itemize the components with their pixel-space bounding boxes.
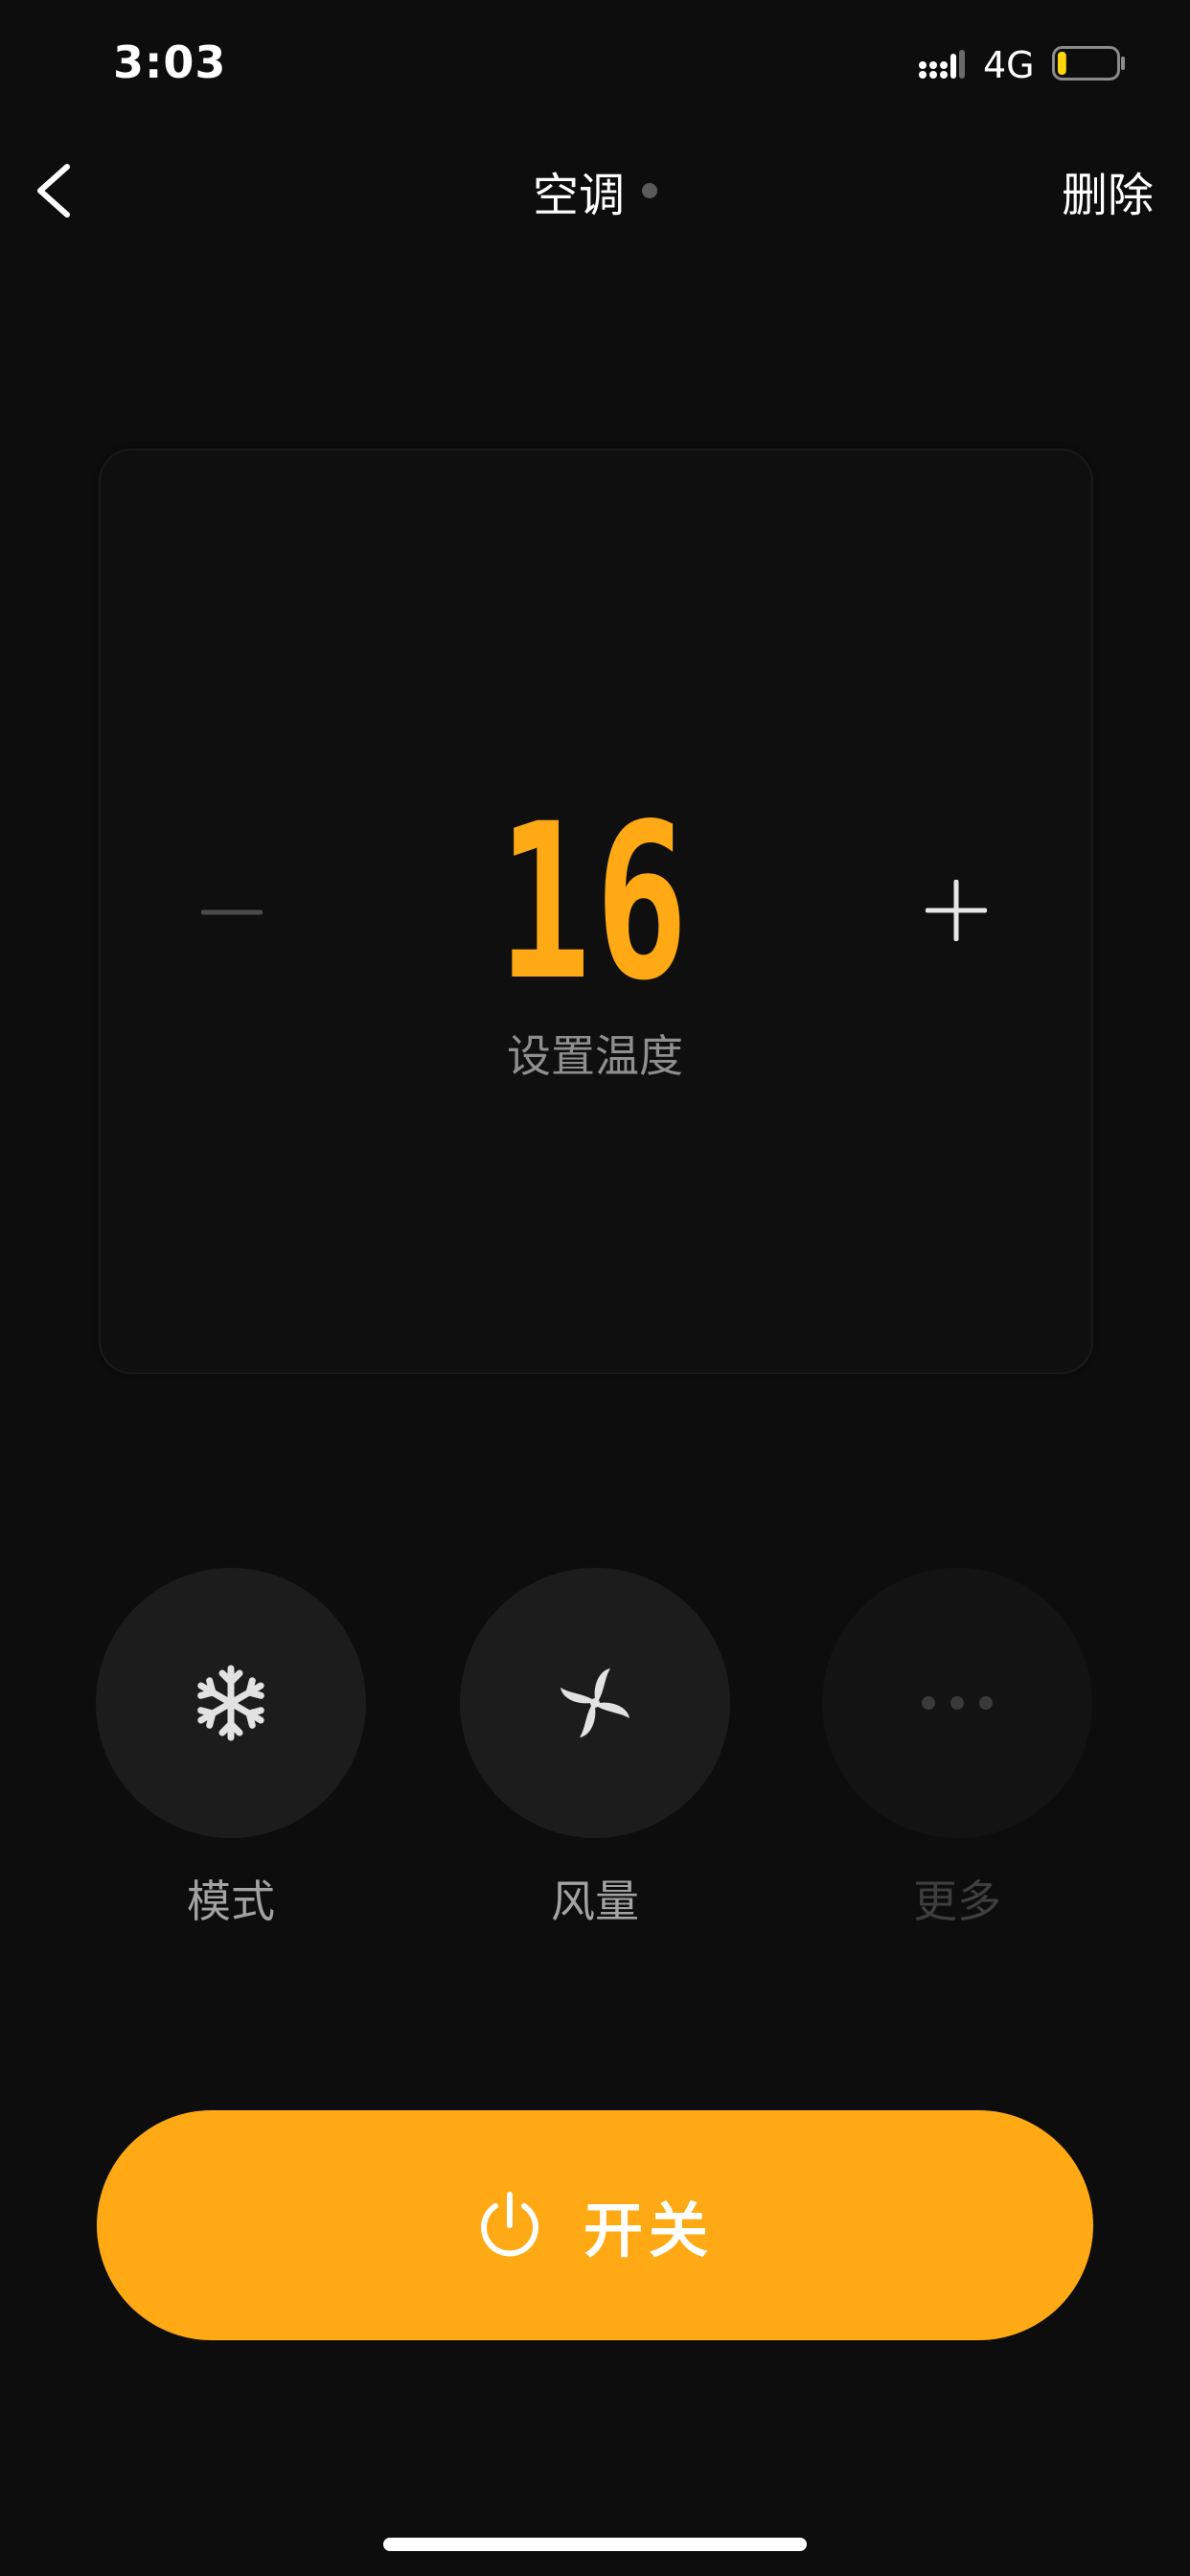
temperature-label: 设置温度 [507,1030,683,1082]
snowflake-icon [197,1665,264,1741]
mode-label: 模式 [187,1875,275,1927]
temperature-value: 16 [497,777,693,1027]
power-button[interactable]: 开关 [97,2110,1093,2340]
mode-button[interactable] [96,1568,366,1838]
status-time: 3:03 [113,36,227,88]
fan-speed-label: 风量 [551,1875,639,1927]
power-label: 开关 [583,2196,714,2266]
network-type: 4G [983,44,1035,86]
power-icon [480,2192,538,2257]
more-icon [922,1696,993,1710]
delete-button[interactable]: 删除 [1062,157,1154,224]
fan-icon [561,1668,629,1737]
fan-speed-button[interactable] [460,1568,730,1838]
more-button[interactable] [822,1568,1092,1838]
connection-status-dot [642,183,657,198]
increase-temperature-button[interactable] [926,880,987,941]
plus-icon [926,880,987,941]
signal-strength-icon [919,50,965,79]
page-title: 空调 [0,157,1190,224]
more-label: 更多 [913,1875,1001,1927]
home-indicator[interactable] [383,2538,807,2551]
battery-icon [1052,46,1125,80]
page-title-text: 空调 [532,169,625,222]
